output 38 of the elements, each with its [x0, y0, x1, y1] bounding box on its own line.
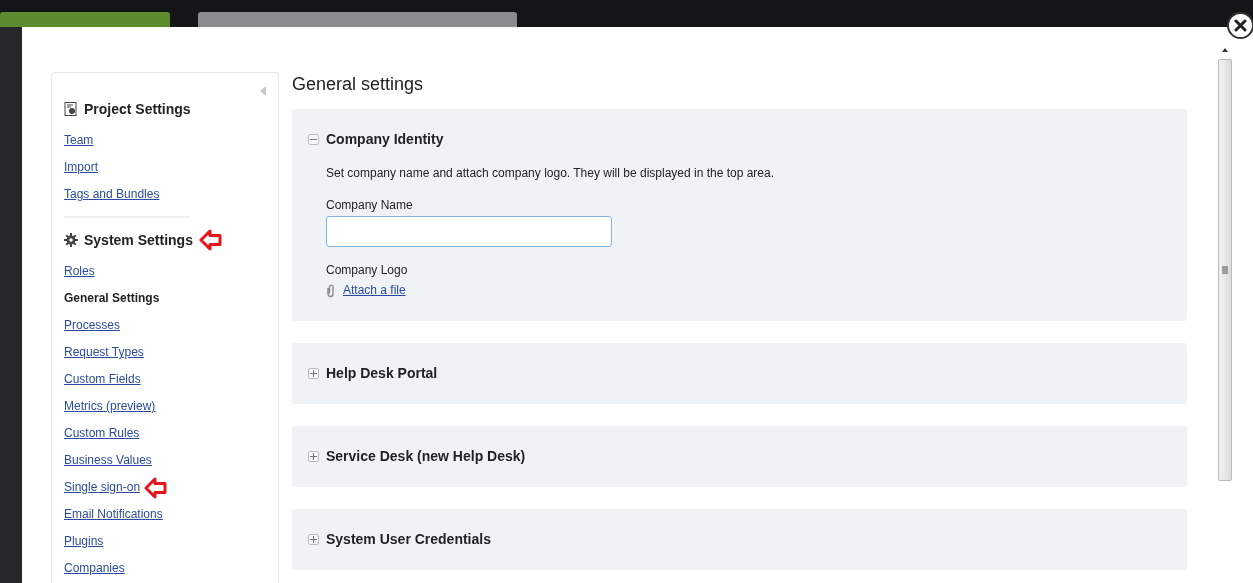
sidebar-link[interactable]: Single sign-on: [64, 474, 141, 501]
sidebar-link[interactable]: Team: [64, 127, 94, 154]
group-heading: Project Settings: [84, 99, 191, 119]
toggle-icon[interactable]: [308, 534, 319, 545]
sidebar-link[interactable]: Roles: [64, 258, 95, 285]
field-label: Company Logo: [326, 262, 409, 279]
field-label: Company Name: [326, 197, 414, 214]
paperclip-icon: [326, 282, 335, 298]
group-heading: System Settings: [84, 230, 193, 250]
annotation-arrow: [198, 229, 222, 251]
sidebar-link[interactable]: Email Notifications: [64, 501, 163, 528]
attach-link[interactable]: Attach a file: [343, 281, 406, 299]
scrollbar-thumb[interactable]: [1218, 59, 1232, 481]
sidebar-link[interactable]: Business Values: [64, 447, 152, 474]
page-title: General settings: [292, 73, 425, 96]
panel-heading: System User Credentials: [326, 530, 491, 549]
gear-icon: [64, 233, 78, 247]
panel-description: Set company name and attach company logo. They will be displayed in the top area.: [326, 165, 776, 182]
toggle-icon[interactable]: [308, 451, 319, 462]
toggle-icon[interactable]: [308, 134, 319, 145]
input-field[interactable]: [326, 216, 612, 247]
sidebar-link[interactable]: Metrics (preview): [64, 393, 156, 420]
sidebar-link[interactable]: Tags and Bundles: [64, 181, 160, 208]
sidebar-link[interactable]: Companies: [64, 555, 125, 582]
sidebar-link[interactable]: Processes: [64, 312, 121, 339]
close-icon: [1234, 19, 1247, 32]
sidebar-link[interactable]: Import: [64, 154, 98, 181]
panel-heading: Help Desk Portal: [326, 364, 438, 383]
sidebar-link[interactable]: Custom Fields: [64, 366, 141, 393]
sidebar-link[interactable]: General Settings: [64, 285, 160, 312]
document-icon: [64, 102, 78, 116]
sidebar-link[interactable]: Custom Rules: [64, 420, 140, 447]
sidebar-link[interactable]: Request Types: [64, 339, 144, 366]
annotation-arrow: [144, 476, 168, 499]
sidebar-link[interactable]: Plugins: [64, 528, 104, 555]
panel-heading: Company Identity: [326, 130, 444, 149]
panel-heading: Service Desk (new Help Desk): [326, 447, 526, 466]
toggle-icon[interactable]: [308, 368, 319, 379]
